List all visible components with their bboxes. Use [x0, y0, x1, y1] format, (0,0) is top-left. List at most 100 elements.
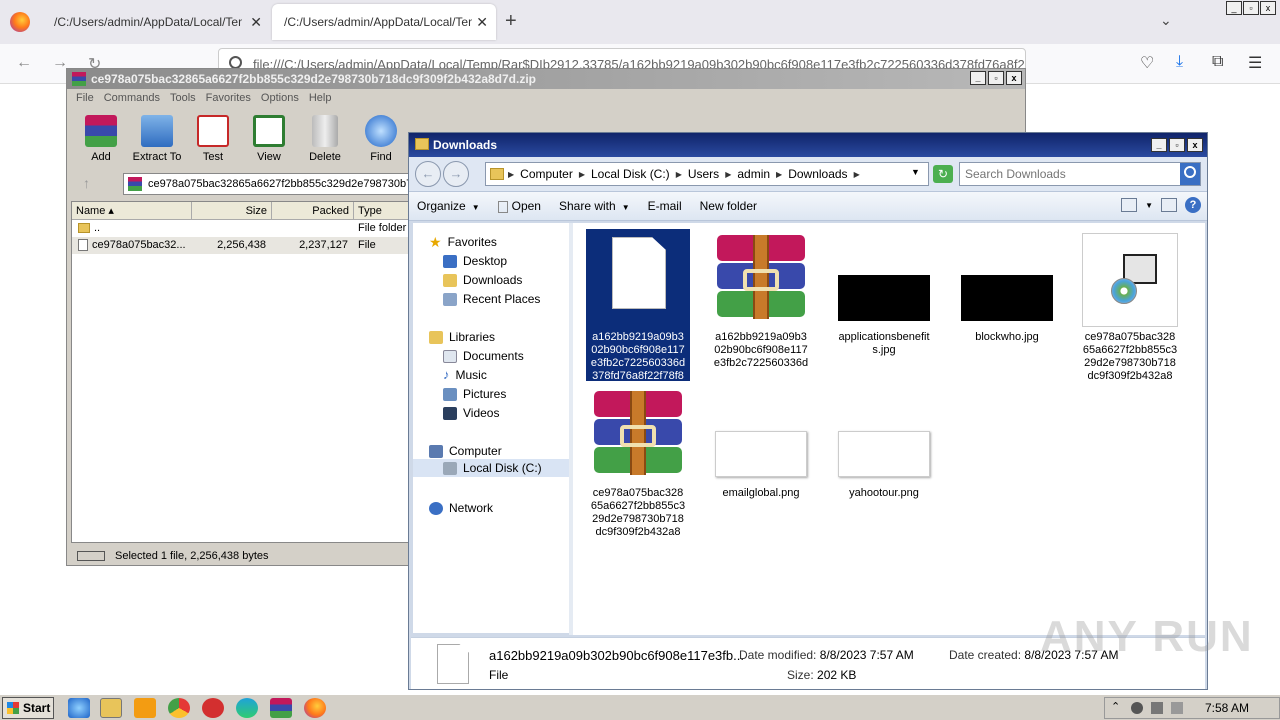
nav-videos[interactable]: Videos: [443, 404, 499, 422]
file-tile[interactable]: a162bb9219a09b302b90bc6f908e117e3fb2c722…: [709, 229, 813, 370]
edge-icon[interactable]: [236, 698, 258, 718]
preview-pane-icon[interactable]: [1161, 198, 1177, 212]
browser-tab-2[interactable]: /C:/Users/admin/AppData/Local/Temp/R ✕: [272, 4, 496, 40]
crumb-local-disk[interactable]: Local Disk (C:): [591, 167, 670, 181]
nav-local-disk[interactable]: Local Disk (C:): [443, 459, 542, 477]
media-player-icon[interactable]: [134, 698, 156, 718]
start-button[interactable]: Start: [2, 697, 54, 719]
chevron-down-icon[interactable]: ▼: [911, 167, 920, 177]
menu-commands[interactable]: Commands: [99, 89, 165, 109]
winrar-title-bar[interactable]: ce978a075bac32865a6627f2bb855c329d2e7987…: [67, 69, 1025, 89]
refresh-icon[interactable]: ↻: [933, 165, 953, 183]
device-icon[interactable]: [1171, 702, 1183, 714]
internet-explorer-icon[interactable]: [68, 698, 90, 718]
chevron-icon[interactable]: ▶: [676, 170, 682, 179]
file-tile[interactable]: ce978a075bac32865a6627f2bb855c329d2e7987…: [1078, 229, 1182, 383]
crumb-computer[interactable]: Computer: [520, 167, 573, 181]
file-tile[interactable]: blockwho.jpg: [955, 229, 1059, 344]
book-icon: [253, 115, 285, 147]
chevron-down-icon[interactable]: ▼: [1145, 201, 1153, 210]
organize-button[interactable]: Organize ▼: [417, 199, 480, 213]
chevron-icon[interactable]: ▶: [725, 170, 731, 179]
network-icon[interactable]: [1151, 702, 1163, 714]
view-button[interactable]: View: [241, 113, 297, 169]
find-button[interactable]: Find: [353, 113, 409, 169]
nav-network[interactable]: Network: [429, 499, 493, 517]
extensions-icon[interactable]: ⧉: [1212, 53, 1223, 71]
test-button[interactable]: Test: [185, 113, 241, 169]
crumb-downloads[interactable]: Downloads: [788, 167, 847, 181]
minimize-button[interactable]: _: [970, 71, 986, 85]
file-tile[interactable]: ce978a075bac32865a6627f2bb855c329d2e7987…: [586, 385, 690, 539]
maximize-button[interactable]: ▫: [1169, 138, 1185, 152]
menu-options[interactable]: Options: [256, 89, 304, 109]
nav-favorites[interactable]: ★ Favorites: [429, 233, 497, 251]
maximize-button[interactable]: ▫: [988, 71, 1004, 85]
tab-close-icon[interactable]: ✕: [250, 14, 262, 31]
nav-recent-places[interactable]: Recent Places: [443, 290, 540, 308]
nav-desktop[interactable]: Desktop: [443, 252, 507, 270]
file-tile[interactable]: a162bb9219a09b302b90bc6f908e117e3fb2c722…: [586, 229, 690, 382]
explorer-title-bar[interactable]: Downloads _ ▫ x: [409, 133, 1207, 157]
menu-icon[interactable]: ☰: [1248, 53, 1262, 73]
menu-file[interactable]: File: [71, 89, 99, 109]
nav-computer[interactable]: Computer: [429, 442, 502, 460]
back-button[interactable]: ←: [415, 161, 441, 187]
nav-documents[interactable]: Documents: [443, 347, 524, 365]
chevron-icon[interactable]: ▶: [579, 170, 585, 179]
column-size[interactable]: Size: [192, 202, 272, 220]
close-button[interactable]: x: [1187, 138, 1203, 152]
column-packed[interactable]: Packed: [272, 202, 354, 220]
new-folder-button[interactable]: New folder: [700, 199, 757, 213]
winrar-icon[interactable]: [270, 698, 292, 718]
minimize-button[interactable]: _: [1151, 138, 1167, 152]
file-tile[interactable]: applicationsbenefits.jpg: [832, 229, 936, 357]
back-icon[interactable]: ←: [16, 54, 32, 72]
chevron-icon[interactable]: ▶: [854, 170, 860, 179]
email-button[interactable]: E-mail: [648, 199, 682, 213]
menu-help[interactable]: Help: [304, 89, 337, 109]
share-with-button[interactable]: Share with ▼: [559, 199, 630, 213]
chrome-icon[interactable]: [168, 698, 190, 718]
firefox-icon[interactable]: [10, 12, 30, 32]
delete-button[interactable]: Delete: [297, 113, 353, 169]
download-icon[interactable]: ⤓: [1176, 53, 1183, 71]
tray-expand-icon[interactable]: ⌃: [1111, 700, 1123, 713]
up-arrow-icon[interactable]: ↑: [83, 175, 90, 191]
forward-button[interactable]: →: [443, 161, 469, 187]
chevron-down-icon[interactable]: ⌄: [1160, 12, 1172, 29]
close-button[interactable]: x: [1006, 71, 1022, 85]
pocket-icon[interactable]: ♡: [1140, 53, 1154, 73]
help-icon[interactable]: ?: [1185, 197, 1201, 213]
crumb-admin[interactable]: admin: [737, 167, 770, 181]
open-button[interactable]: Open: [497, 199, 541, 213]
search-box[interactable]: [959, 162, 1201, 186]
search-icon[interactable]: [1180, 163, 1200, 185]
crumb-users[interactable]: Users: [688, 167, 719, 181]
opera-icon[interactable]: [202, 698, 224, 718]
tab-close-icon[interactable]: ✕: [476, 14, 488, 31]
nav-pictures[interactable]: Pictures: [443, 385, 506, 403]
menu-favorites[interactable]: Favorites: [201, 89, 256, 109]
chevron-icon[interactable]: ▶: [776, 170, 782, 179]
menu-tools[interactable]: Tools: [165, 89, 201, 109]
nav-music[interactable]: ♪ Music: [443, 366, 487, 384]
breadcrumb[interactable]: ▶ Computer ▶ Local Disk (C:) ▶ Users ▶ a…: [485, 162, 929, 186]
file-tile[interactable]: emailglobal.png: [709, 385, 813, 500]
browser-tab-1[interactable]: /C:/Users/admin/AppData/Local/Temp/R ✕: [42, 4, 270, 40]
file-tile[interactable]: yahootour.png: [832, 385, 936, 500]
change-view-icon[interactable]: [1121, 198, 1138, 212]
extract-to-button[interactable]: Extract To: [129, 113, 185, 169]
maximize-button[interactable]: ▫: [1243, 1, 1259, 15]
nav-libraries[interactable]: Libraries: [429, 328, 495, 346]
new-tab-icon[interactable]: +: [505, 10, 517, 33]
firefox-icon[interactable]: [304, 698, 326, 718]
add-button[interactable]: Add: [73, 113, 129, 169]
nav-downloads[interactable]: Downloads: [443, 271, 522, 289]
volume-icon[interactable]: [1131, 702, 1143, 714]
search-input[interactable]: [960, 163, 1180, 185]
column-name[interactable]: Name ▴: [72, 202, 192, 220]
minimize-button[interactable]: _: [1226, 1, 1242, 15]
close-button[interactable]: x: [1260, 1, 1276, 15]
explorer-icon[interactable]: [100, 698, 122, 718]
